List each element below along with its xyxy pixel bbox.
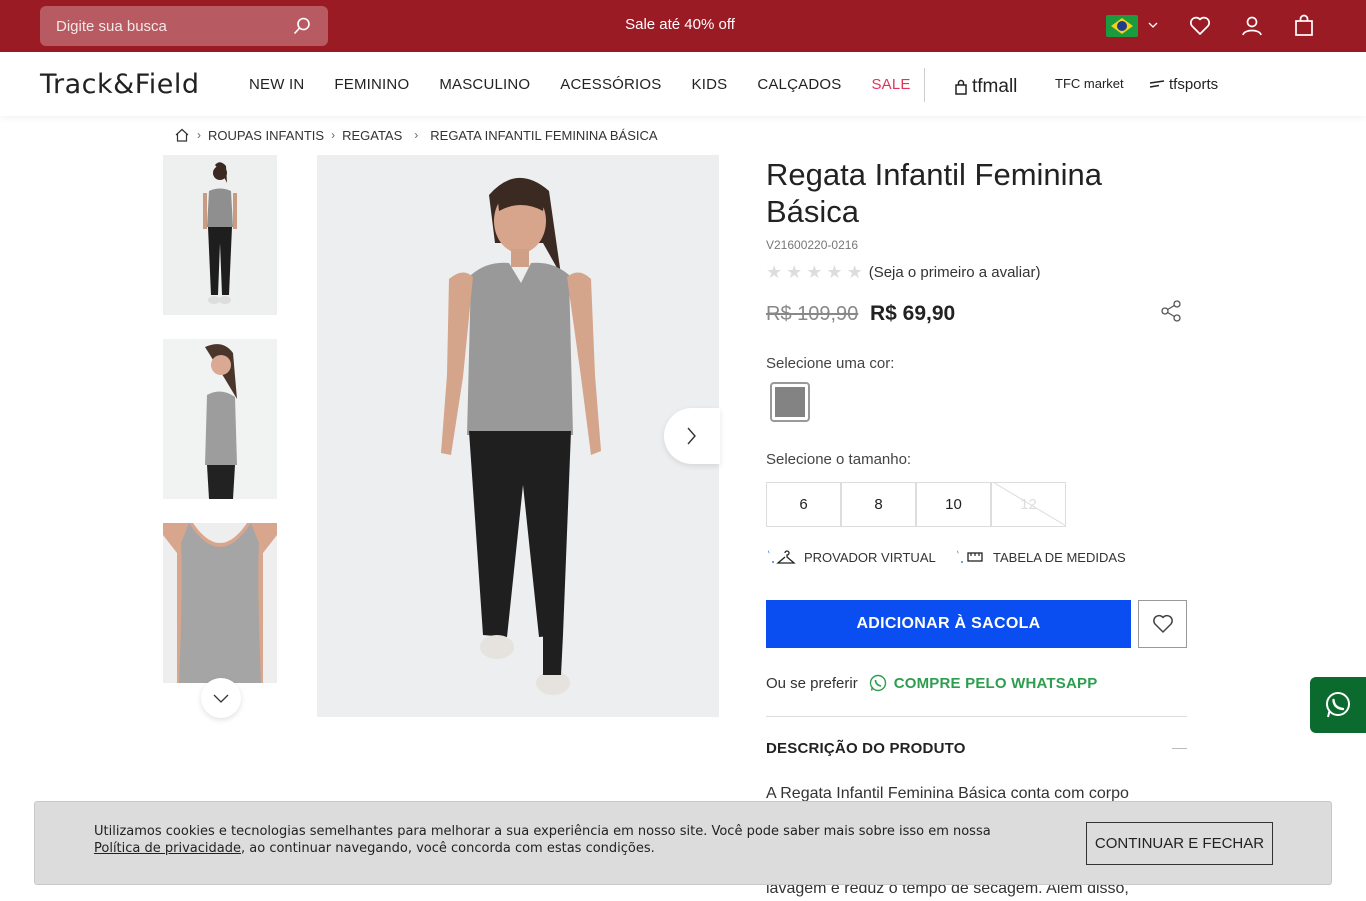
cookie-banner: Utilizamos cookies e tecnologias semelha… [34, 801, 1332, 885]
brand-tfc-market[interactable]: TFC market [1055, 76, 1124, 91]
nav-item-acessorios[interactable]: ACESSÓRIOS [560, 76, 661, 93]
cookie-message-after: , ao continuar navegando, você concorda … [241, 841, 655, 856]
whatsapp-icon[interactable] [868, 673, 888, 693]
breadcrumb-item[interactable]: ROUPAS INFANTIS [208, 128, 324, 143]
rating-text[interactable]: (Seja o primeiro a avaliar) [869, 264, 1041, 281]
promo-text[interactable]: Sale até 40% off [580, 16, 780, 33]
main-nav: Track&Field NEW IN FEMININO MASCULINO AC… [0, 52, 1366, 116]
breadcrumb: › ROUPAS INFANTIS › REGATAS › REGATA INF… [174, 127, 658, 143]
cookie-text: Utilizamos cookies e tecnologias semelha… [94, 823, 1054, 857]
size-option[interactable]: 10 [916, 482, 991, 527]
product-photo-thumb [203, 162, 237, 304]
whatsapp-float-button[interactable] [1310, 677, 1366, 733]
nav-item-masculino[interactable]: MASCULINO [439, 76, 530, 93]
privacy-policy-link[interactable]: Política de privacidade [94, 841, 241, 856]
virtual-fitting-label: PROVADOR VIRTUAL [804, 549, 936, 565]
cookie-message: Utilizamos cookies e tecnologias semelha… [94, 824, 991, 839]
brand-tfmall[interactable]: tfmall [954, 76, 1017, 98]
size-chart-link[interactable]: TABELA DE MEDIDAS [955, 548, 1126, 566]
brand-tfc-market-label: TFC market [1055, 76, 1124, 91]
hanger-icon [768, 550, 796, 564]
breadcrumb-item[interactable]: REGATAS [342, 128, 402, 143]
color-label: Selecione uma cor: [766, 355, 895, 372]
main-product-image[interactable] [317, 155, 719, 717]
add-to-bag-button[interactable]: ADICIONAR À SACOLA [766, 600, 1131, 648]
brazil-flag-icon[interactable] [1106, 15, 1138, 37]
swatch-fill [775, 387, 805, 417]
whatsapp-link[interactable]: COMPRE PELO WHATSAPP [894, 675, 1098, 692]
virtual-fitting-link[interactable]: PROVADOR VIRTUAL [766, 548, 936, 566]
color-swatch-gray[interactable] [770, 382, 810, 422]
wishlist-button[interactable] [1138, 600, 1187, 648]
tfsports-mark-icon [1149, 79, 1165, 88]
brand-tfmall-label: tfmall [972, 76, 1018, 97]
nav-item-calcados[interactable]: CALÇADOS [757, 76, 841, 93]
user-icon[interactable] [1240, 14, 1264, 38]
logo[interactable]: Track&Field [40, 69, 200, 100]
size-label: Selecione o tamanho: [766, 451, 912, 468]
nav-item-new-in[interactable]: NEW IN [249, 76, 304, 93]
search-box[interactable] [40, 6, 328, 46]
breadcrumb-separator: › [197, 128, 201, 142]
breadcrumb-current: REGATA INFANTIL FEMININA BÁSICA [430, 127, 658, 143]
chevron-down-icon [213, 694, 229, 703]
nav-divider [924, 68, 925, 102]
nav-item-kids[interactable]: KIDS [692, 76, 728, 93]
search-icon[interactable] [292, 16, 312, 36]
share-icon[interactable] [1160, 300, 1182, 322]
product-photo [317, 155, 719, 717]
current-price: R$ 69,90 [870, 302, 956, 325]
brand-tfsports[interactable]: tfsports [1149, 76, 1218, 93]
whatsapp-icon [1326, 692, 1350, 718]
description-heading[interactable]: DESCRIÇÃO DO PRODUTO [766, 740, 966, 757]
heart-icon[interactable] [1188, 14, 1212, 38]
old-price: R$ 109,90 [766, 303, 859, 325]
star-icon[interactable]: ★ [847, 262, 863, 283]
bag-icon[interactable] [1292, 14, 1316, 38]
chevron-down-icon[interactable] [1146, 18, 1160, 32]
ruler-icon [957, 550, 983, 563]
divider [766, 716, 1187, 717]
home-icon[interactable] [174, 127, 190, 143]
product-sku: V21600220-0216 [766, 238, 859, 252]
collapse-icon[interactable] [1172, 748, 1187, 749]
star-icon[interactable]: ★ [826, 262, 842, 283]
breadcrumb-separator: › [331, 128, 336, 142]
next-image-button[interactable] [664, 408, 720, 464]
brand-tfsports-label: tfsports [1169, 76, 1219, 93]
size-selector: 6 8 10 12 [766, 482, 1066, 527]
chevron-right-icon [687, 427, 696, 445]
size-chart-label: TABELA DE MEDIDAS [993, 549, 1126, 565]
heart-icon [1152, 614, 1173, 633]
star-icon[interactable]: ★ [786, 262, 802, 283]
product-photo-thumb [163, 523, 277, 683]
size-option[interactable]: 6 [766, 482, 841, 527]
nav-item-feminino[interactable]: FEMININO [334, 76, 409, 93]
breadcrumb-separator: › [414, 128, 419, 142]
size-option[interactable]: 8 [841, 482, 916, 527]
rating[interactable]: ★ ★ ★ ★ ★ (Seja o primeiro a avaliar) [766, 262, 1040, 283]
nav-item-sale[interactable]: SALE [871, 76, 910, 93]
whatsapp-purchase: Ou se preferir COMPRE PELO WHATSAPP [766, 673, 1097, 693]
search-input[interactable] [56, 17, 276, 35]
cookie-accept-button[interactable]: CONTINUAR E FECHAR [1086, 822, 1273, 865]
size-option-unavailable: 12 [991, 482, 1066, 527]
menu: NEW IN FEMININO MASCULINO ACESSÓRIOS KID… [249, 76, 941, 93]
top-bar: Sale até 40% off [0, 0, 1366, 52]
whatsapp-prefix: Ou se preferir [766, 674, 858, 692]
lock-bag-icon [955, 79, 967, 95]
star-icon[interactable]: ★ [806, 262, 822, 283]
thumbnails-down-button[interactable] [201, 678, 241, 718]
thumbnail-2[interactable] [163, 339, 277, 499]
star-icon[interactable]: ★ [766, 262, 782, 283]
product-photo-thumb [163, 339, 277, 499]
product-title: Regata Infantil Feminina Básica [766, 157, 1103, 229]
thumbnail-3[interactable] [163, 523, 277, 683]
thumbnail-1[interactable] [163, 155, 277, 315]
